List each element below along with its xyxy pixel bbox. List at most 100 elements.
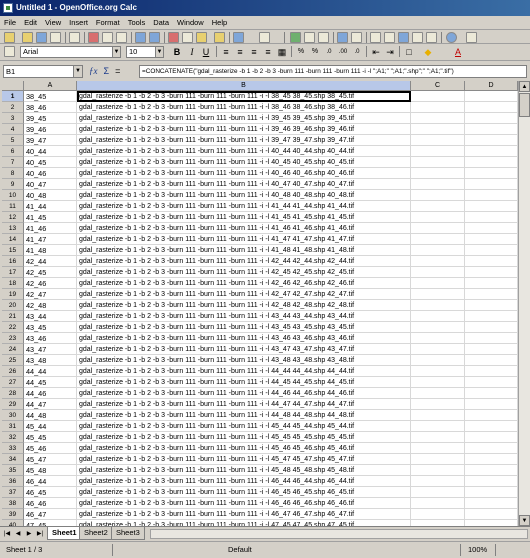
row-header[interactable]: 37 — [2, 487, 24, 498]
row-header[interactable]: 26 — [2, 366, 24, 377]
row-header[interactable]: 24 — [2, 344, 24, 355]
cell-d[interactable] — [465, 190, 518, 201]
cell-c[interactable] — [411, 476, 465, 487]
page-preview-icon[interactable] — [116, 32, 127, 43]
cell-a[interactable]: 43_48 — [24, 355, 77, 366]
cell-d[interactable] — [465, 344, 518, 355]
cell-d[interactable] — [465, 421, 518, 432]
name-box[interactable]: B1 ▼ — [3, 65, 83, 78]
menu-tools[interactable]: Tools — [124, 16, 150, 30]
cell-a[interactable]: 44_44 — [24, 366, 77, 377]
delete-decimal-icon[interactable]: .0 — [351, 46, 363, 58]
chevron-down-icon[interactable]: ▼ — [73, 66, 82, 77]
select-all-corner[interactable] — [2, 81, 24, 91]
cell-d[interactable] — [465, 256, 518, 267]
row-header[interactable]: 38 — [2, 498, 24, 509]
cell-c[interactable] — [411, 278, 465, 289]
row-header[interactable]: 39 — [2, 509, 24, 520]
cell-b[interactable]: gdal_rasterize -b 1 -b 2 -b 3 -burn 111 … — [77, 278, 411, 289]
cell-c[interactable] — [411, 366, 465, 377]
cell-a[interactable]: 44_48 — [24, 410, 77, 421]
cell-c[interactable] — [411, 256, 465, 267]
cell-d[interactable] — [465, 399, 518, 410]
undo-icon[interactable] — [233, 32, 244, 43]
cell-d[interactable] — [465, 443, 518, 454]
cell-b[interactable]: gdal_rasterize -b 1 -b 2 -b 3 -burn 111 … — [77, 289, 411, 300]
cell-b[interactable]: gdal_rasterize -b 1 -b 2 -b 3 -burn 111 … — [77, 388, 411, 399]
cell-d[interactable] — [465, 135, 518, 146]
active-cell-b1[interactable]: gdal_rasterize -b 1 -b 2 -b 3 -burn 111 … — [77, 91, 411, 102]
cell-c[interactable] — [411, 443, 465, 454]
font-name-box[interactable]: Arial ▼ — [20, 46, 121, 58]
cell-c[interactable] — [411, 509, 465, 520]
chart-icon[interactable] — [337, 32, 348, 43]
cell-d[interactable] — [465, 465, 518, 476]
cell-a[interactable]: 45_45 — [24, 432, 77, 443]
cell-c[interactable] — [411, 289, 465, 300]
cell-c[interactable] — [411, 157, 465, 168]
cell-b[interactable]: gdal_rasterize -b 1 -b 2 -b 3 -burn 111 … — [77, 498, 411, 509]
menu-data[interactable]: Data — [149, 16, 173, 30]
merge-cells-icon[interactable]: ▦ — [276, 46, 288, 58]
cell-b[interactable]: gdal_rasterize -b 1 -b 2 -b 3 -burn 111 … — [77, 344, 411, 355]
row-header[interactable]: 17 — [2, 267, 24, 278]
cell-b[interactable]: gdal_rasterize -b 1 -b 2 -b 3 -burn 111 … — [77, 322, 411, 333]
standard-format-icon[interactable]: .0 — [323, 46, 335, 58]
cell-d[interactable] — [465, 377, 518, 388]
cell-b[interactable]: gdal_rasterize -b 1 -b 2 -b 3 -burn 111 … — [77, 300, 411, 311]
row-header[interactable]: 2 — [2, 102, 24, 113]
find-replace-icon[interactable] — [370, 32, 381, 43]
row-header[interactable]: 6 — [2, 146, 24, 157]
cell-c[interactable] — [411, 377, 465, 388]
cell-c[interactable] — [411, 432, 465, 443]
row-header[interactable]: 28 — [2, 388, 24, 399]
menu-insert[interactable]: Insert — [65, 16, 92, 30]
row-header[interactable]: 30 — [2, 410, 24, 421]
cut-icon[interactable] — [168, 32, 179, 43]
cell-d[interactable] — [465, 245, 518, 256]
cell-a[interactable]: 42_44 — [24, 256, 77, 267]
menu-edit[interactable]: Edit — [20, 16, 41, 30]
cell-a[interactable]: 44_45 — [24, 377, 77, 388]
cell-a[interactable]: 40_48 — [24, 190, 77, 201]
row-header[interactable]: 25 — [2, 355, 24, 366]
cell-b[interactable]: gdal_rasterize -b 1 -b 2 -b 3 -burn 111 … — [77, 377, 411, 388]
cell-b[interactable]: gdal_rasterize -b 1 -b 2 -b 3 -burn 111 … — [77, 234, 411, 245]
spellcheck-icon[interactable] — [135, 32, 146, 43]
cell-b[interactable]: gdal_rasterize -b 1 -b 2 -b 3 -burn 111 … — [77, 443, 411, 454]
cell-a[interactable]: 42_48 — [24, 300, 77, 311]
cell-b[interactable]: gdal_rasterize -b 1 -b 2 -b 3 -burn 111 … — [77, 366, 411, 377]
redo-icon[interactable] — [259, 32, 270, 43]
align-center-icon[interactable]: ≡ — [234, 46, 246, 58]
previous-sheet-icon[interactable]: ◀ — [13, 529, 23, 539]
cell-c[interactable] — [411, 487, 465, 498]
cell-a[interactable]: 43_44 — [24, 311, 77, 322]
cell-c[interactable] — [411, 245, 465, 256]
cell-c[interactable] — [411, 91, 465, 102]
font-size-box[interactable]: 10 ▼ — [126, 46, 164, 58]
scroll-thumb[interactable] — [519, 93, 530, 117]
cell-c[interactable] — [411, 168, 465, 179]
cell-d[interactable] — [465, 157, 518, 168]
tab-sheet2[interactable]: Sheet2 — [79, 527, 113, 540]
sort-ascending-icon[interactable] — [304, 32, 315, 43]
cell-c[interactable] — [411, 267, 465, 278]
row-header[interactable]: 34 — [2, 454, 24, 465]
cell-b[interactable]: gdal_rasterize -b 1 -b 2 -b 3 -burn 111 … — [77, 355, 411, 366]
cell-b[interactable]: gdal_rasterize -b 1 -b 2 -b 3 -burn 111 … — [77, 454, 411, 465]
cell-d[interactable] — [465, 366, 518, 377]
row-header[interactable]: 5 — [2, 135, 24, 146]
cell-a[interactable]: 39_45 — [24, 113, 77, 124]
cell-a[interactable]: 43_45 — [24, 322, 77, 333]
vertical-scrollbar[interactable]: ▲ ▼ — [518, 81, 530, 526]
row-header[interactable]: 22 — [2, 322, 24, 333]
row-header[interactable]: 10 — [2, 190, 24, 201]
cell-d[interactable] — [465, 124, 518, 135]
cell-b[interactable]: gdal_rasterize -b 1 -b 2 -b 3 -burn 111 … — [77, 124, 411, 135]
cell-d[interactable] — [465, 267, 518, 278]
cell-d[interactable] — [465, 278, 518, 289]
cell-b[interactable]: gdal_rasterize -b 1 -b 2 -b 3 -burn 111 … — [77, 267, 411, 278]
toolbar-options-icon[interactable] — [466, 32, 477, 43]
cell-d[interactable] — [465, 146, 518, 157]
row-header[interactable]: 19 — [2, 289, 24, 300]
